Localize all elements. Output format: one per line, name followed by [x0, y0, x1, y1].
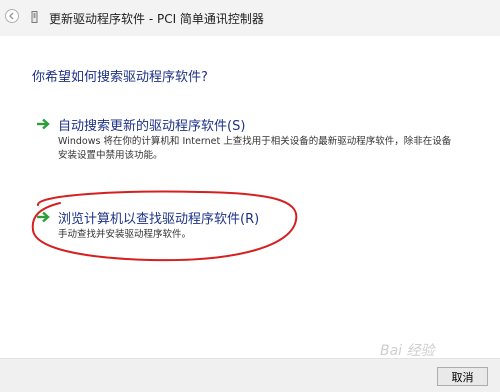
- cancel-button[interactable]: 取消: [437, 367, 488, 386]
- auto-search-description: Windows 将在你的计算机和 Internet 上查找用于相关设备的最新驱动…: [58, 136, 452, 161]
- browse-computer-option[interactable]: 浏览计算机以查找驱动程序软件(R) 手动查找并安装驱动程序软件。: [36, 208, 296, 242]
- title-bar: 更新驱动程序软件 - PCI 简单通讯控制器: [0, 0, 500, 36]
- red-highlight-circle: [31, 190, 298, 262]
- dialog-footer: 取消: [0, 358, 500, 392]
- auto-search-option[interactable]: 自动搜索更新的驱动程序软件(S) Windows 将在你的计算机和 Intern…: [36, 115, 476, 161]
- green-arrow-icon: [37, 211, 50, 223]
- watermark: Bai 经验: [380, 343, 435, 359]
- window-title: 更新驱动程序软件 - PCI 简单通讯控制器: [49, 12, 264, 26]
- browse-computer-title: 浏览计算机以查找驱动程序软件(R): [58, 212, 260, 227]
- page-heading: 你希望如何搜索驱动程序软件?: [32, 70, 208, 85]
- back-button[interactable]: [5, 9, 19, 23]
- green-arrow-icon: [37, 118, 50, 130]
- auto-search-title: 自动搜索更新的驱动程序软件(S): [58, 119, 246, 134]
- device-icon: [31, 11, 38, 23]
- driver-update-dialog: 更新驱动程序软件 - PCI 简单通讯控制器 你希望如何搜索驱动程序软件? 自动…: [0, 0, 500, 392]
- browse-computer-description: 手动查找并安装驱动程序软件。: [58, 229, 192, 240]
- back-arrow-icon: [9, 12, 14, 20]
